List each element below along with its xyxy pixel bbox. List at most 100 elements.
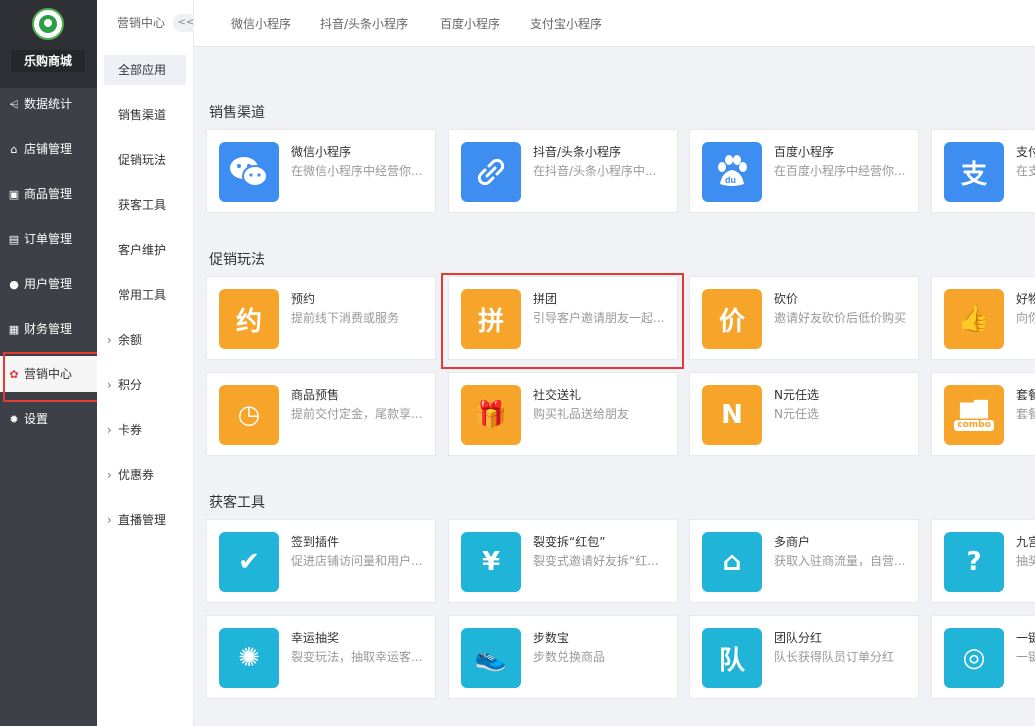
gift-icon: 🎁 bbox=[461, 385, 521, 445]
app-card[interactable]: ◷ 商品预售 提前交付定金，尾款享... bbox=[206, 372, 436, 456]
app-card-title: 好物 bbox=[1016, 292, 1035, 306]
app-card[interactable]: 🎁 社交送礼购买礼品送给朋友 bbox=[448, 372, 678, 456]
app-card[interactable]: ⌂ 多商户 获取入驻商流量，自营... bbox=[689, 519, 919, 603]
nav-item-label: 营销中心 bbox=[24, 367, 73, 381]
chevron-right-icon: › bbox=[107, 333, 112, 347]
app-card-title: 签到插件 bbox=[291, 535, 340, 549]
tab-miniprogram[interactable]: 微信小程序 bbox=[231, 15, 291, 32]
app-card-title: 套餐 bbox=[1016, 388, 1035, 402]
chevron-right-icon: › bbox=[107, 468, 112, 482]
app-card-desc: 一键 bbox=[1016, 650, 1035, 664]
nav-item-settings[interactable]: ✹ 设置 bbox=[0, 401, 97, 437]
subnav-item[interactable]: › 直播管理 bbox=[104, 505, 186, 535]
nav-item-user[interactable]: ● 用户管理 bbox=[0, 266, 97, 302]
link-icon bbox=[461, 142, 521, 202]
subnav-item[interactable]: 促销玩法 bbox=[104, 145, 186, 175]
app-card[interactable]: ? 九宫抽奖 bbox=[931, 519, 1035, 603]
app-card-desc: 步数兑换商品 bbox=[533, 650, 606, 664]
marketing-icon: ✿ bbox=[9, 368, 19, 381]
nav-item-product[interactable]: ▣ 商品管理 bbox=[0, 176, 97, 212]
shop-logo[interactable] bbox=[32, 8, 64, 40]
app-card[interactable]: ◎一键一键 bbox=[931, 615, 1035, 699]
subnav-item-label: 余额 bbox=[118, 333, 143, 347]
subnav-item-label: 销售渠道 bbox=[118, 108, 167, 122]
nav-item-label: 订单管理 bbox=[24, 232, 73, 246]
nav-item-label: 财务管理 bbox=[24, 322, 73, 336]
checkin-icon: ✔ bbox=[219, 532, 279, 592]
app-card[interactable]: du 百度小程序 在百度小程序中经营你... bbox=[689, 129, 919, 213]
section-title: 促销玩法 bbox=[209, 252, 265, 268]
app-card[interactable]: ▆▇combo套餐套餐 bbox=[931, 372, 1035, 456]
subnav-item[interactable]: 获客工具 bbox=[104, 190, 186, 220]
subnav-item[interactable]: › 余额 bbox=[104, 325, 186, 355]
app-card[interactable]: 约预约提前线下消费或服务 bbox=[206, 276, 436, 360]
sub-sidebar-title: 营销中心 bbox=[117, 16, 166, 30]
app-card-desc: 队长获得队员订单分红 bbox=[774, 650, 895, 664]
app-card-desc: 邀请好友砍价后低价购买 bbox=[774, 311, 907, 325]
top-tab-bar: 微信小程序 抖音/头条小程序 百度小程序 支付宝小程序 bbox=[194, 0, 1035, 47]
subnav-item-label: 获客工具 bbox=[118, 198, 167, 212]
app-card[interactable]: N N元任选 N元任选 bbox=[689, 372, 919, 456]
order-icon: ▤ bbox=[8, 233, 20, 246]
chevron-right-icon: › bbox=[107, 423, 112, 437]
tab-miniprogram[interactable]: 支付宝小程序 bbox=[530, 15, 602, 32]
nav-item-chart[interactable]: ⩤ 数据统计 bbox=[0, 86, 97, 122]
app-card[interactable]: 👟 步数宝步数兑换商品 bbox=[448, 615, 678, 699]
subnav-item-label: 全部应用 bbox=[118, 63, 167, 77]
app-card-desc: 购买礼品送给朋友 bbox=[533, 407, 630, 421]
app-card-title: 裂变拆“红包” bbox=[533, 535, 606, 549]
nav-item-store[interactable]: ⌂ 店铺管理 bbox=[0, 131, 97, 167]
subnav-item[interactable]: 客户维护 bbox=[104, 235, 186, 265]
group-buy-icon: 拼 bbox=[461, 289, 521, 349]
chevron-right-icon: › bbox=[107, 513, 112, 527]
app-card-title: 百度小程序 bbox=[774, 145, 835, 159]
app-card-desc: 在抖音/头条小程序中... bbox=[533, 164, 657, 178]
nav-item-marketing[interactable]: ✿ 营销中心 bbox=[0, 356, 97, 392]
subnav-item[interactable]: › 积分 bbox=[104, 370, 186, 400]
app-card-desc: 提前线下消费或服务 bbox=[291, 311, 400, 325]
alipay-icon: 支 bbox=[944, 142, 1004, 202]
nav-item-label: 店铺管理 bbox=[24, 142, 73, 156]
merchant-icon: ⌂ bbox=[702, 532, 762, 592]
subnav-item[interactable]: › 卡券 bbox=[104, 415, 186, 445]
app-card[interactable]: 拼拼团 引导客户邀请朋友一起... bbox=[448, 276, 678, 360]
tab-miniprogram[interactable]: 抖音/头条小程序 bbox=[320, 15, 408, 32]
app-card[interactable]: 价砍价 邀请好友砍价后低价购买 bbox=[689, 276, 919, 360]
app-card[interactable]: 抖音/头条小程序 在抖音/头条小程序中... bbox=[448, 129, 678, 213]
subnav-item-label: 积分 bbox=[118, 378, 143, 392]
app-card-title: 拼团 bbox=[533, 292, 558, 306]
subnav-item-label: 卡券 bbox=[118, 423, 143, 437]
app-card-desc: 抽奖 bbox=[1016, 554, 1035, 568]
app-card-title: 步数宝 bbox=[533, 631, 570, 645]
wheel-icon: ✺ bbox=[219, 628, 279, 688]
app-card-desc: 裂变玩法，抽取幸运客... bbox=[291, 650, 423, 664]
app-card[interactable]: ✺ 幸运抽奖 裂变玩法，抽取幸运客... bbox=[206, 615, 436, 699]
sub-sidebar: 营销中心 << 全部应用 销售渠道 促销玩法 获客工具 客户维护 常用工具 › 余额 › 积分 › 卡… bbox=[97, 0, 199, 726]
main-sidebar: 乐购商城 ⩤ 数据统计 ⌂ 店铺管理 ▣ 商品管理 ▤ 订单管理 ● 用户管理 ▦ 财务管理 ✿ 营销中心… bbox=[0, 0, 97, 726]
shoe-icon: 👟 bbox=[461, 628, 521, 688]
combo-icon: ▆▇ combo bbox=[944, 385, 1004, 445]
app-card[interactable]: 支支付在支 bbox=[931, 129, 1035, 213]
chart-icon: ⩤ bbox=[9, 98, 19, 111]
nav-item-finance[interactable]: ▦ 财务管理 bbox=[0, 311, 97, 347]
tab-miniprogram[interactable]: 百度小程序 bbox=[440, 15, 500, 32]
app-card-title: 社交送礼 bbox=[533, 388, 582, 402]
app-card[interactable]: 队团队分红 队长获得队员订单分红 bbox=[689, 615, 919, 699]
app-card[interactable]: 👍 好物向你 bbox=[931, 276, 1035, 360]
app-card[interactable]: ✔ 签到插件 促进店铺访问量和用户... bbox=[206, 519, 436, 603]
aperture-icon: ◎ bbox=[944, 628, 1004, 688]
subnav-item[interactable]: 常用工具 bbox=[104, 280, 186, 310]
app-card-title: 预约 bbox=[291, 292, 316, 306]
app-card[interactable]: ¥ 裂变拆“红包” 裂变式邀请好友拆“红... bbox=[448, 519, 678, 603]
nav-item-order[interactable]: ▤ 订单管理 bbox=[0, 221, 97, 257]
chevron-right-icon: › bbox=[107, 378, 112, 392]
nav-item-label: 用户管理 bbox=[24, 277, 73, 291]
app-card-desc: 裂变式邀请好友拆“红... bbox=[533, 554, 659, 568]
subnav-item[interactable]: 销售渠道 bbox=[104, 100, 186, 130]
subnav-item[interactable]: 全部应用 bbox=[104, 55, 186, 85]
product-icon: ▣ bbox=[8, 188, 20, 201]
app-card[interactable]: 微信小程序 在微信小程序中经营你... bbox=[206, 129, 436, 213]
subnav-item[interactable]: › 优惠券 bbox=[104, 460, 186, 490]
section-title: 获客工具 bbox=[209, 495, 265, 511]
reserve-icon: 约 bbox=[219, 289, 279, 349]
